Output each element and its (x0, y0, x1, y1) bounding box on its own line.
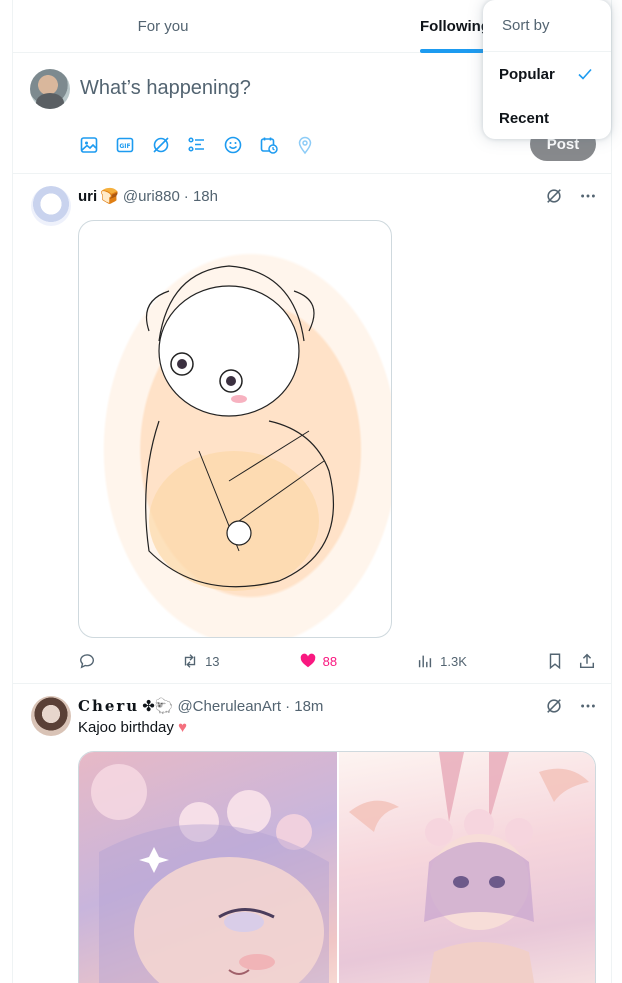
tweet-header: Cheru ✤🐑 @CheruleanArt · 18m (78, 696, 597, 716)
grok-icon[interactable] (545, 187, 563, 205)
tweet-image[interactable] (78, 220, 392, 638)
heart-icon (300, 653, 315, 668)
timestamp[interactable]: · 18h (184, 188, 218, 205)
illustration-left (91, 764, 329, 983)
svg-text:GIF: GIF (119, 143, 130, 150)
bookmark-icon[interactable] (546, 652, 564, 670)
sketch-illustration (145, 265, 335, 591)
display-name[interactable]: uri (78, 188, 97, 205)
grok-icon[interactable] (545, 697, 563, 715)
tweet-actions: 13 88 1.3K (78, 651, 596, 671)
tab-for-you[interactable]: For you (13, 0, 313, 52)
retweet-button[interactable]: 13 (181, 652, 220, 670)
compose-input[interactable]: What’s happening? (80, 77, 251, 100)
avatar[interactable] (31, 696, 71, 736)
tweet[interactable]: Cheru ✤🐑 @CheruleanArt · 18m Kajoo birth… (13, 684, 611, 983)
tweet-header: uri 🍞 @uri880 · 18h (78, 186, 597, 206)
avatar[interactable] (30, 69, 70, 109)
sort-dropdown: Sort by Popular Recent (483, 0, 611, 139)
reply-icon (80, 654, 94, 669)
analytics-icon (419, 655, 432, 668)
heart-emoji: ♥ (178, 719, 187, 736)
tweet[interactable]: uri 🍞 @uri880 · 18h 13 88 1.3K (13, 174, 611, 684)
tweet-image[interactable] (339, 752, 595, 983)
handle[interactable]: @uri880 (123, 188, 180, 205)
home-timeline: For you Following What’s happening? GIF … (12, 0, 612, 983)
reply-button[interactable] (78, 652, 102, 670)
location-icon[interactable] (295, 135, 315, 155)
gif-icon[interactable]: GIF (115, 135, 135, 155)
tweet-secondary-actions (546, 652, 596, 670)
sort-option-label: Recent (499, 109, 550, 127)
retweet-icon (184, 654, 196, 668)
image-icon[interactable] (79, 135, 99, 155)
tab-label: Following (420, 17, 490, 35)
poll-icon[interactable] (187, 135, 207, 155)
retweet-count: 13 (205, 653, 220, 669)
more-icon[interactable] (579, 187, 597, 205)
views-button[interactable]: 1.3K (416, 652, 467, 670)
avatar[interactable] (31, 186, 71, 226)
like-button[interactable]: 88 (299, 652, 337, 670)
display-name[interactable]: Cheru (78, 697, 139, 715)
tweet-image[interactable] (79, 752, 337, 983)
grok-icon[interactable] (151, 135, 171, 155)
illustration-right (349, 752, 589, 983)
name-emoji: 🍞 (100, 188, 119, 205)
tweet-text-body: Kajoo birthday (78, 719, 174, 736)
schedule-icon[interactable] (259, 135, 279, 155)
tab-label: For you (137, 17, 189, 35)
more-icon[interactable] (579, 697, 597, 715)
handle[interactable]: @CheruleanArt (177, 698, 281, 715)
tweet-text: Kajoo birthday ♥ (78, 719, 187, 736)
sort-option-popular[interactable]: Popular (483, 52, 611, 96)
name-emoji: ✤🐑 (142, 698, 174, 715)
view-count: 1.3K (440, 653, 467, 669)
sort-option-label: Popular (499, 65, 555, 83)
checkmark-icon (578, 68, 592, 80)
share-icon[interactable] (578, 652, 596, 670)
sort-menu-title: Sort by (502, 17, 550, 34)
like-count: 88 (322, 653, 338, 669)
compose-toolbar: GIF (79, 135, 315, 155)
sort-option-recent[interactable]: Recent (483, 96, 611, 140)
timestamp[interactable]: · 18m (285, 698, 323, 715)
tweet-image-gallery (78, 751, 596, 983)
emoji-icon[interactable] (223, 135, 243, 155)
